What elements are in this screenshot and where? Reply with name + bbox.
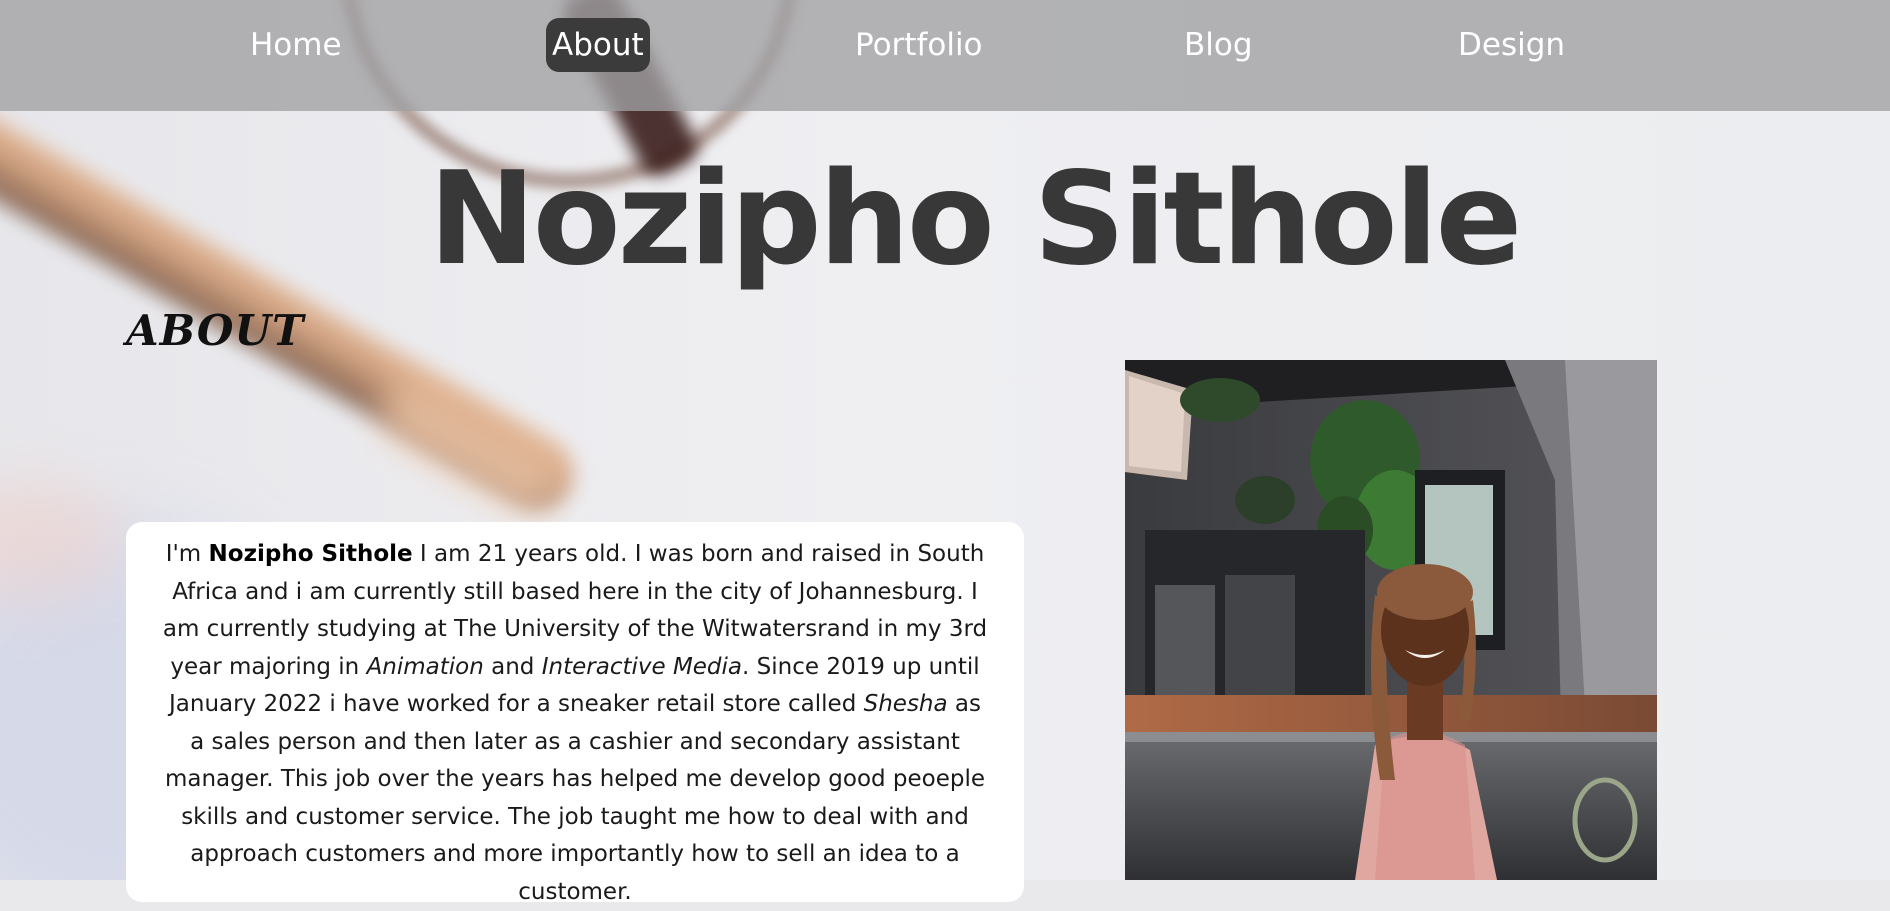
about-name: Nozipho Sithole [208,541,413,567]
about-text-intro: I'm [165,541,209,567]
about-store-name: Shesha [863,691,948,717]
nav-link-portfolio[interactable]: Portfolio [849,18,989,72]
nav-link-about[interactable]: About [546,18,650,72]
profile-photo [1125,360,1657,880]
about-paragraph: I'm Nozipho Sithole I am 21 years old. I… [160,536,990,911]
nav-link-home[interactable]: Home [244,18,348,72]
about-heading: ABOUT [126,306,305,355]
nav-link-design[interactable]: Design [1452,18,1571,72]
about-text-experience: as a sales person and then later as a ca… [164,691,986,905]
top-navbar: Home About Portfolio Blog Design [0,0,1890,111]
nav-link-blog[interactable]: Blog [1178,18,1259,72]
about-text-and: and [483,653,542,680]
about-major-animation: Animation [366,653,484,680]
page-title: Nozipho Sithole [428,145,1523,294]
about-major-interactive-media: Interactive Media [541,653,743,680]
about-card: I'm Nozipho Sithole I am 21 years old. I… [126,522,1024,905]
